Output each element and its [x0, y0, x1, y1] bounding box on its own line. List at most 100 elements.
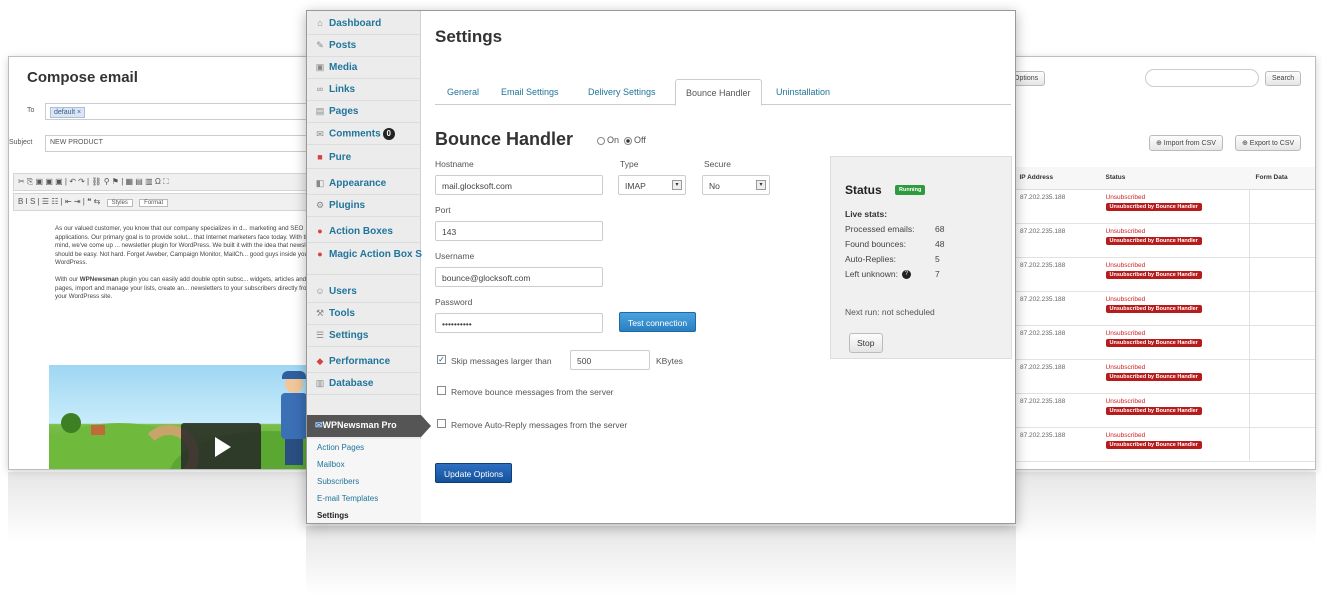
- admin-sidebar: ⌂ Dashboard ✎ Posts ▣ Media ∞ Links ▤ Pages ✉ Comme…: [307, 11, 455, 523]
- form-data-cell: [1249, 325, 1315, 360]
- sidebar-submenu: Action Pages Mailbox Subscribers E-mail …: [307, 439, 421, 523]
- sidebar-item-settings[interactable]: ☰ Settings: [307, 325, 421, 347]
- editor-toolbar-row1[interactable]: ✂ ⎘ ▣ ▣ ▣ | ↶ ↷ | ⛓ ⚲ ⚑ | ▦ ▤ ▥ Ω ⛶: [13, 173, 323, 191]
- export-csv-button[interactable]: ⊕ Export to CSV: [1235, 135, 1302, 151]
- search-input[interactable]: [1145, 69, 1259, 87]
- port-field[interactable]: 143: [435, 221, 603, 241]
- stat-processed-label: Processed emails:: [845, 224, 915, 234]
- off-radio[interactable]: [624, 136, 633, 145]
- info-icon[interactable]: ?: [901, 270, 911, 280]
- editor-toolbar-row2[interactable]: B I S | ☰ ☷ | ⇤ ⇥ | ❝ ⇆ Styles Format: [13, 193, 323, 211]
- table-row[interactable]: 87.202.235.188 Unsubscribed Unsubscribed b…: [1013, 291, 1315, 326]
- tab-email-settings[interactable]: Email Settings: [501, 87, 559, 97]
- table-header-row: IP Address Status Form Data: [1013, 167, 1315, 190]
- stop-button[interactable]: Stop: [849, 333, 883, 353]
- on-radio[interactable]: [597, 136, 605, 145]
- status-panel: Status Running Live stats: Processed ema…: [830, 156, 1012, 359]
- search-button[interactable]: Search: [1265, 71, 1302, 86]
- comment-count-badge: 0: [382, 128, 395, 140]
- sidebar-item-tools[interactable]: ⚒ Tools: [307, 303, 421, 325]
- table-row[interactable]: 87.202.235.188 Unsubscribed Unsubscribed b…: [1013, 223, 1315, 258]
- submenu-action-pages[interactable]: Action Pages: [317, 443, 421, 460]
- sidebar-item-label: Plugins: [329, 200, 366, 211]
- active-menu-arrow: [421, 415, 431, 437]
- secure-select[interactable]: No ▾: [702, 175, 770, 195]
- window-reflection: [306, 526, 1016, 596]
- update-options-button[interactable]: Update Options: [435, 463, 513, 483]
- table-row[interactable]: 87.202.235.188 Unsubscribed Unsubscribed b…: [1013, 393, 1315, 428]
- tab-delivery-settings[interactable]: Delivery Settings: [588, 87, 656, 97]
- options-button[interactable]: Options: [1013, 71, 1046, 86]
- status-text: Unsubscribed: [1105, 397, 1146, 405]
- hostname-field[interactable]: mail.glocksoft.com: [435, 175, 603, 195]
- subject-row: Subject NEW PRODUCT: [9, 133, 327, 155]
- status-cell: Unsubscribed Unsubscribed by Bounce Handl…: [1099, 427, 1250, 462]
- submenu-mailbox[interactable]: Mailbox: [317, 460, 421, 477]
- tab-general[interactable]: General: [447, 87, 479, 97]
- remove-bounce-checkbox[interactable]: [437, 386, 446, 395]
- sidebar-item-posts[interactable]: ✎ Posts: [307, 35, 421, 57]
- sidebar-item-plugins[interactable]: ⚙ Plugins: [307, 195, 421, 217]
- status-cell: Unsubscribed Unsubscribed by Bounce Handl…: [1099, 189, 1250, 224]
- subject-field[interactable]: NEW PRODUCT: [45, 135, 321, 152]
- remove-autoreply-checkbox[interactable]: [437, 419, 446, 428]
- video-thumbnail[interactable]: [49, 365, 319, 469]
- sidebar-item-performance[interactable]: ◆ Performance: [307, 351, 421, 373]
- sidebar-item-pure[interactable]: ■ Pure: [307, 147, 421, 169]
- house-shape: [91, 425, 105, 435]
- play-button[interactable]: [181, 423, 261, 469]
- import-csv-button[interactable]: ⊕ Import from CSV: [1149, 135, 1223, 151]
- submenu-settings[interactable]: Settings: [317, 511, 421, 523]
- table-row[interactable]: 87.202.235.188 Unsubscribed Unsubscribed b…: [1013, 325, 1315, 360]
- product-name: WPNewsman: [79, 275, 119, 283]
- format-select[interactable]: Format: [139, 199, 169, 207]
- sidebar-item-pages[interactable]: ▤ Pages: [307, 101, 421, 123]
- status-text: Unsubscribed: [1105, 329, 1146, 337]
- column-header-form-data[interactable]: Form Data: [1249, 167, 1315, 190]
- subject-label: Subject: [9, 139, 33, 146]
- submenu-email-templates[interactable]: E-mail Templates: [317, 494, 421, 511]
- section-title: Bounce Handler: [435, 129, 574, 149]
- bounce-badge: Unsubscribed by Bounce Handler: [1105, 372, 1202, 381]
- performance-icon: ◆: [316, 356, 324, 366]
- table-row[interactable]: 87.202.235.188 Unsubscribed Unsubscribed b…: [1013, 189, 1315, 224]
- sidebar-item-media[interactable]: ▣ Media: [307, 57, 421, 79]
- sidebar-item-appearance[interactable]: ◧ Appearance: [307, 173, 421, 195]
- sidebar-item-wpnewsman-pro[interactable]: ✉WPNewsman Pro: [307, 415, 421, 437]
- password-field[interactable]: ••••••••••: [435, 313, 603, 333]
- compose-title: Compose email: [27, 69, 138, 86]
- submenu-subscribers[interactable]: Subscribers: [317, 477, 421, 494]
- table-row[interactable]: 87.202.235.188 Unsubscribed Unsubscribed b…: [1013, 359, 1315, 394]
- sidebar-item-comments[interactable]: ✉ Comments 0: [307, 123, 421, 145]
- skip-large-label: Skip messages larger than: [451, 356, 552, 366]
- test-connection-button[interactable]: Test connection: [619, 312, 697, 332]
- sidebar-item-dashboard[interactable]: ⌂ Dashboard: [307, 13, 421, 35]
- tab-bounce-handler[interactable]: Bounce Handler: [675, 79, 762, 106]
- formatting-buttons[interactable]: B I S | ☰ ☷ | ⇤ ⇥ | ❝ ⇆: [18, 197, 100, 206]
- table-row[interactable]: 87.202.235.188 Unsubscribed Unsubscribed b…: [1013, 427, 1315, 462]
- sidebar-item-database[interactable]: ▥ Database: [307, 373, 421, 395]
- sidebar-item-links[interactable]: ∞ Links: [307, 79, 421, 101]
- sidebar-item-magic-action-box-settings[interactable]: ● Magic Action Box Settings: [307, 243, 455, 275]
- recipient-tag[interactable]: default ×: [50, 107, 86, 118]
- table-row[interactable]: 87.202.235.188 Unsubscribed Unsubscribed b…: [1013, 257, 1315, 292]
- to-field[interactable]: default ×: [45, 103, 321, 120]
- styles-select[interactable]: Styles: [106, 199, 133, 207]
- sidebar-item-action-boxes[interactable]: ● Action Boxes: [307, 221, 421, 243]
- skip-large-checkbox[interactable]: ✓: [437, 355, 446, 364]
- column-header-ip[interactable]: IP Address: [1013, 167, 1100, 190]
- settings-tabs: General Email Settings Delivery Settings…: [435, 79, 1011, 106]
- email-body[interactable]: As our valued customer, you know that ou…: [55, 225, 325, 310]
- column-header-status[interactable]: Status: [1099, 167, 1250, 190]
- sidebar-item-label: Tools: [329, 308, 355, 319]
- bounce-badge: Unsubscribed by Bounce Handler: [1105, 440, 1202, 449]
- tree-shape: [61, 413, 81, 433]
- username-field[interactable]: bounce@glocksoft.com: [435, 267, 603, 287]
- stat-bounces-value: 48: [935, 239, 945, 249]
- type-select[interactable]: IMAP ▾: [618, 175, 686, 195]
- max-size-field[interactable]: 500: [570, 350, 650, 370]
- bounce-badge: Unsubscribed by Bounce Handler: [1105, 406, 1202, 415]
- tab-uninstallation[interactable]: Uninstallation: [776, 87, 830, 97]
- sidebar-item-users[interactable]: ☺ Users: [307, 281, 421, 303]
- bounce-badge: Unsubscribed by Bounce Handler: [1105, 304, 1202, 313]
